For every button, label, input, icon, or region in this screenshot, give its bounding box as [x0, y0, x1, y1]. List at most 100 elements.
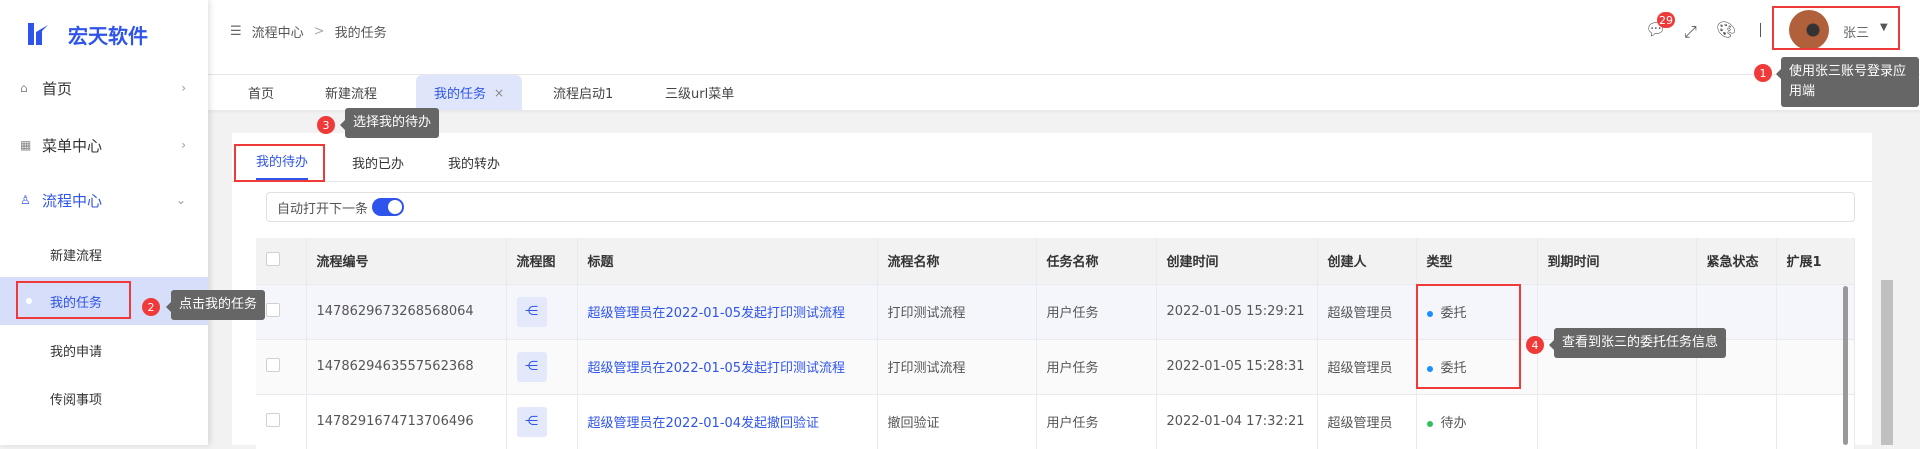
select-all-checkbox[interactable] [266, 251, 280, 266]
highlight-box [234, 144, 325, 182]
select-all-cell [256, 238, 307, 284]
subtab-my-transferred[interactable]: 我的转办 [448, 143, 500, 181]
creator: 超级管理员 [1317, 393, 1417, 449]
breadcrumb: ☰ 流程中心 > 我的任务 [230, 22, 387, 41]
sidebar-item-process-center[interactable]: ♙ 流程中心 ⌄ [0, 180, 208, 220]
close-icon[interactable]: × [494, 86, 504, 100]
flow-chart-icon[interactable]: ⋲ [516, 351, 547, 382]
row-checkbox[interactable] [266, 302, 280, 317]
annotation-tooltip: 查看到张三的委托任务信息 [1548, 328, 1727, 358]
type-label: 待办 [1440, 416, 1467, 432]
subtab-label: 我的已办 [352, 156, 405, 172]
brand-name: 宏天软件 [68, 24, 148, 48]
collapse-menu-icon[interactable]: ☰ [230, 24, 242, 39]
sidebar-subitem-new-process[interactable]: 新建流程 [0, 232, 208, 276]
sidebar-item-label: 流程中心 [42, 191, 103, 210]
sidebar-subitem-circulation[interactable]: 传阅事项 [0, 376, 208, 420]
column-header[interactable]: 创建时间 [1156, 238, 1318, 284]
sidebar-item-home[interactable]: ⌂ 首页 › [0, 68, 208, 108]
checkbox-cell [256, 393, 307, 449]
created-time: 2022-01-05 15:28:31 [1156, 338, 1318, 394]
task-name: 用户任务 [1036, 338, 1157, 394]
table-scrollbar[interactable] [1843, 286, 1848, 445]
column-header[interactable]: 创建人 [1317, 238, 1417, 284]
highlight-box [1772, 6, 1900, 50]
divider [232, 181, 1872, 182]
fullscreen-icon[interactable]: ⤢ [1684, 22, 1697, 42]
column-header[interactable]: 类型 [1416, 238, 1538, 284]
task-name: 用户任务 [1036, 393, 1157, 449]
tab-level3-url-menu[interactable]: 三级url菜单 [653, 75, 746, 110]
step-badge: 4 [1526, 336, 1544, 354]
row-checkbox[interactable] [266, 357, 280, 372]
status-dot-icon [1426, 420, 1433, 427]
tab-home[interactable]: 首页 [236, 75, 286, 110]
column-header[interactable]: 流程名称 [877, 238, 1037, 284]
sidebar-item-label: 新建流程 [50, 248, 103, 264]
process-id: 1478291674713706496 [306, 393, 507, 449]
divider [1760, 23, 1761, 37]
tab-label: 流程启动1 [553, 87, 614, 102]
breadcrumb-item[interactable]: 流程中心 [252, 22, 304, 41]
auto-open-next-switch[interactable] [372, 198, 405, 216]
created-time: 2022-01-05 15:29:21 [1156, 283, 1318, 339]
tab-label: 我的任务 [433, 87, 486, 102]
home-icon: ⌂ [20, 81, 28, 95]
subtab-my-done[interactable]: 我的已办 [352, 143, 404, 181]
tab-label: 三级url菜单 [665, 87, 735, 102]
sidebar-subitem-my-applications[interactable]: 我的申请 [0, 328, 208, 372]
row-checkbox[interactable] [266, 412, 280, 427]
column-header[interactable]: 标题 [577, 238, 878, 284]
subtab-label: 我的转办 [448, 156, 501, 172]
flow-chart-cell: ⋲ [506, 283, 578, 339]
tab-my-tasks[interactable]: 我的任务 × [416, 75, 522, 110]
creator: 超级管理员 [1317, 283, 1417, 339]
column-header[interactable]: 流程图 [506, 238, 578, 284]
sidebar-item-label: 首页 [42, 79, 73, 98]
flow-chart-cell: ⋲ [506, 393, 578, 449]
page-scrollbar[interactable] [1881, 280, 1893, 445]
urgency [1696, 393, 1777, 449]
tab-new-process[interactable]: 新建流程 [313, 75, 389, 110]
task-title-link[interactable]: 超级管理员在2022-01-05发起打印测试流程 [577, 283, 878, 339]
logo-icon [28, 23, 48, 45]
auto-open-next-toggle-row: 自动打开下一条 [266, 192, 1855, 222]
breadcrumb-separator-icon: > [313, 24, 325, 39]
sidebar: 宏天软件 ⌂ 首页 › ▦ 菜单中心 › ♙ 流程中心 ⌄ 新建流程 我的任务 我的申请 传… [0, 0, 208, 445]
flow-chart-cell: ⋲ [506, 338, 578, 394]
flow-chart-icon[interactable]: ⋲ [516, 296, 547, 327]
task-title-link[interactable]: 超级管理员在2022-01-05发起打印测试流程 [577, 338, 878, 394]
palette-icon[interactable]: 🎨︎ [1716, 20, 1736, 39]
tab-process-start[interactable]: 流程启动1 [541, 75, 625, 110]
top-header: ☰ 流程中心 > 我的任务 💬︎ 29 ⤢ 🎨︎ 张三 ▼ [208, 0, 1920, 75]
column-header[interactable]: 扩展1 [1776, 238, 1855, 284]
creator: 超级管理员 [1317, 338, 1417, 394]
task-title-link[interactable]: 超级管理员在2022-01-04发起撤回验证 [577, 393, 878, 449]
column-header[interactable]: 紧急状态 [1696, 238, 1777, 284]
step-badge: 2 [142, 298, 160, 316]
process-name: 打印测试流程 [877, 338, 1037, 394]
annotation-tooltip: 点击我的任务 [165, 290, 266, 320]
process-name: 撤回验证 [877, 393, 1037, 449]
column-header[interactable]: 任务名称 [1036, 238, 1157, 284]
sidebar-item-label: 菜单中心 [42, 136, 103, 155]
step-badge: 1 [1754, 64, 1772, 82]
auto-open-next-label: 自动打开下一条 [277, 201, 369, 217]
table-header-row: 流程编号 流程图 标题 流程名称 任务名称 创建时间 创建人 类型 到期时间 紧… [256, 238, 1855, 284]
chevron-down-icon: ⌄ [175, 193, 186, 207]
column-header[interactable]: 到期时间 [1537, 238, 1697, 284]
column-header[interactable]: 流程编号 [306, 238, 507, 284]
annotation-tooltip: 选择我的待办 [339, 108, 440, 138]
process-name: 打印测试流程 [877, 283, 1037, 339]
due-time [1537, 393, 1697, 449]
chevron-right-icon: › [181, 138, 186, 152]
annotation-tooltip: 使用张三账号登录应用端 [1776, 57, 1919, 107]
page-tabs: 首页 新建流程 我的任务 × 流程启动1 三级url菜单 [208, 75, 1920, 110]
process-id: 1478629463557562368 [306, 338, 507, 394]
sidebar-item-menu-center[interactable]: ▦ 菜单中心 › [0, 125, 208, 165]
message-count-badge: 29 [1657, 12, 1675, 28]
table-row[interactable]: 1478291674713706496 ⋲ 超级管理员在2022-01-04发起… [256, 393, 1855, 449]
created-time: 2022-01-04 17:32:21 [1156, 393, 1318, 449]
flow-chart-icon[interactable]: ⋲ [516, 406, 547, 437]
checkbox-cell [256, 338, 307, 394]
